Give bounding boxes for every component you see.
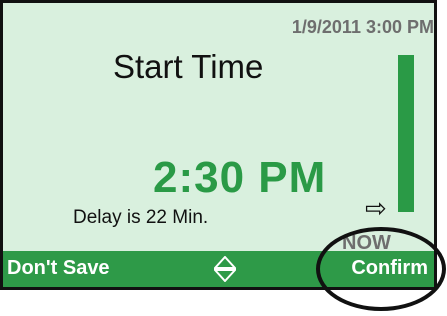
right-arrow-icon: ⇨ [365,194,387,224]
up-down-arrows-icon[interactable] [214,256,236,282]
time-scale-fill [398,55,414,212]
dont-save-button[interactable]: Don't Save [7,257,110,280]
page-title: Start Time [113,48,264,85]
start-time-value: 2:30 PM [153,153,327,202]
delay-text: Delay is 22 Min. [73,207,209,228]
lcd-screen: 1/9/2011 3:00 PM Start Time 2:30 PM Dela… [0,0,437,290]
confirm-button[interactable]: Confirm [351,257,428,280]
status-datetime: 1/9/2011 3:00 PM [291,17,434,37]
time-scale-bar [398,55,414,212]
softkey-bar: Don't Save Confirm [3,251,434,287]
device-display: 1/9/2011 3:00 PM Start Time 2:30 PM Dela… [0,0,447,316]
